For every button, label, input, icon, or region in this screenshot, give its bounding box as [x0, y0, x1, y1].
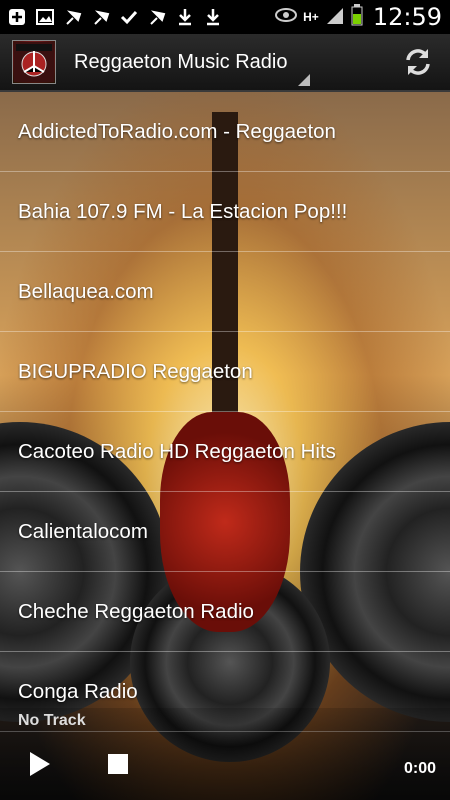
- station-list: AddictedToRadio.com - Reggaeton Bahia 10…: [0, 92, 450, 732]
- app-title-spinner[interactable]: Reggaeton Music Radio: [74, 51, 287, 74]
- refresh-icon: [406, 49, 430, 75]
- list-item[interactable]: AddictedToRadio.com - Reggaeton: [0, 92, 450, 172]
- eye-icon: [275, 7, 298, 28]
- signal-icon: [325, 5, 345, 30]
- app-logo: [12, 40, 56, 84]
- clock: 12:59: [372, 3, 442, 31]
- download-icon: [202, 6, 224, 28]
- list-item[interactable]: BIGUPRADIO Reggaeton: [0, 332, 450, 412]
- pin-icon: [90, 6, 112, 28]
- list-item[interactable]: Cheche Reggaeton Radio: [0, 572, 450, 652]
- refresh-button[interactable]: [400, 44, 436, 80]
- pin-icon: [62, 6, 84, 28]
- app-bar: Reggaeton Music Radio: [0, 34, 450, 92]
- track-title: No Track: [18, 712, 86, 729]
- station-list-area: AddictedToRadio.com - Reggaeton Bahia 10…: [0, 92, 450, 800]
- play-button[interactable]: [30, 752, 50, 776]
- elapsed-time: 0:00: [403, 760, 436, 777]
- network-type: H+: [303, 10, 319, 24]
- check-icon: [118, 6, 140, 28]
- list-item[interactable]: Cacoteo Radio HD Reggaeton Hits: [0, 412, 450, 492]
- list-item[interactable]: Calientalocom: [0, 492, 450, 572]
- status-bar: H+ 12:59: [0, 0, 450, 34]
- player-bar: No Track 0:00: [0, 708, 450, 800]
- list-item[interactable]: Bellaquea.com: [0, 252, 450, 332]
- image-icon: [34, 6, 56, 28]
- pin-icon: [146, 6, 168, 28]
- battery-icon: [351, 3, 363, 31]
- list-item[interactable]: Bahia 107.9 FM - La Estacion Pop!!!: [0, 172, 450, 252]
- stop-button[interactable]: [108, 754, 128, 774]
- download-icon: [174, 6, 196, 28]
- plus-icon: [6, 6, 28, 28]
- network-icon: H+: [303, 11, 319, 23]
- dropdown-arrow-icon[interactable]: [298, 74, 310, 86]
